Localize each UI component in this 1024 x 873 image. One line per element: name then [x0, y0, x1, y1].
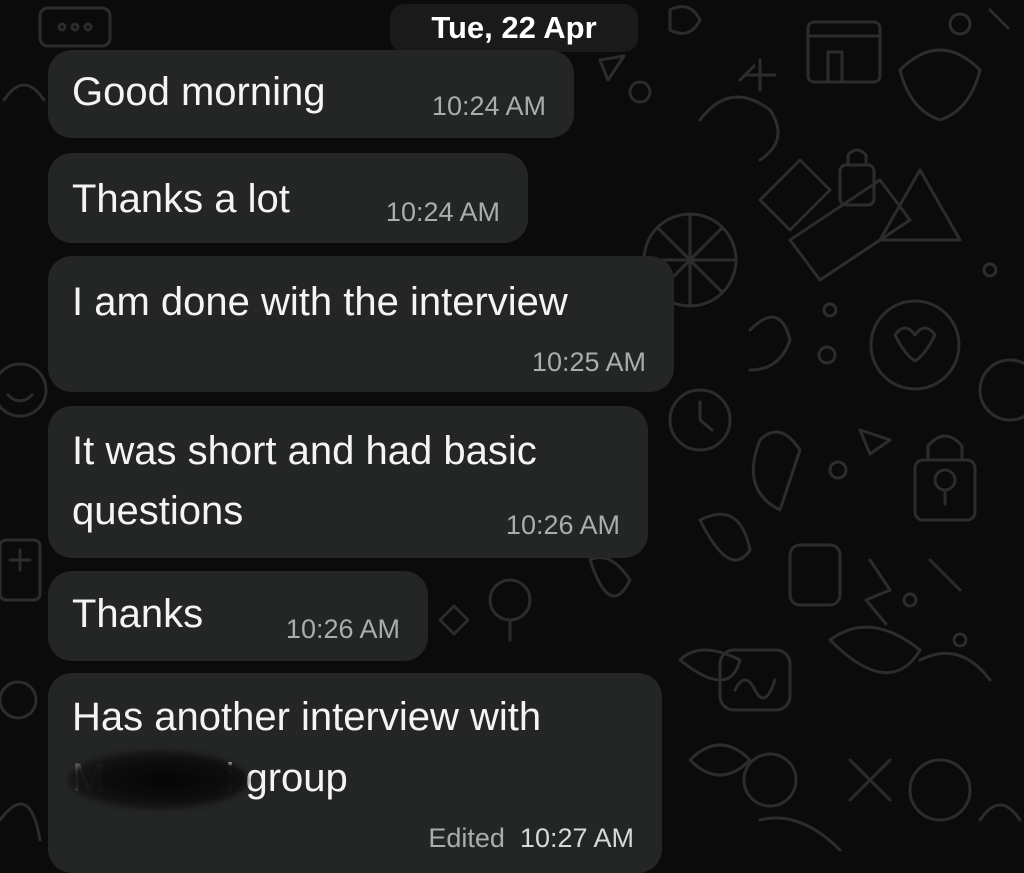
message-bubble-short-basic[interactable]: It was short and had basic questions 10:… — [48, 406, 648, 558]
message-text-line2: questions — [72, 489, 244, 533]
message-text: Good morning — [72, 70, 326, 114]
message-text: Thanks a lot — [72, 177, 290, 221]
message-text-line1: Has another interview with — [72, 695, 542, 739]
date-separator: Tue, 22 Apr — [390, 4, 638, 52]
message-time: 10:25 AM — [531, 347, 646, 377]
message-time: 10:26 AM — [285, 614, 400, 644]
message-time: 10:27 AM — [519, 823, 634, 853]
message-bubble-done-interview[interactable]: I am done with the interview 10:25 AM — [48, 256, 674, 392]
message-text: Thanks — [72, 592, 204, 636]
edited-label: Edited — [428, 823, 505, 853]
message-text: I am done with the interview — [72, 280, 568, 324]
message-bubble-good-morning[interactable]: Good morning 10:24 AM — [48, 50, 574, 138]
message-time: 10:24 AM — [431, 91, 546, 121]
message-bubble-another-interview[interactable]: Has another interview with Mananini grou… — [48, 673, 662, 873]
message-bubble-thanks-a-lot[interactable]: Thanks a lot 10:24 AM — [48, 153, 528, 243]
message-time: 10:26 AM — [505, 510, 620, 540]
message-bubble-thanks[interactable]: Thanks 10:26 AM — [48, 571, 428, 661]
date-label: Tue, 22 Apr — [431, 10, 597, 45]
message-time: 10:24 AM — [385, 197, 500, 227]
message-text-line1: It was short and had basic — [72, 429, 537, 473]
message-meta: Edited 10:27 AM — [428, 823, 634, 854]
redaction-blur — [68, 751, 248, 809]
